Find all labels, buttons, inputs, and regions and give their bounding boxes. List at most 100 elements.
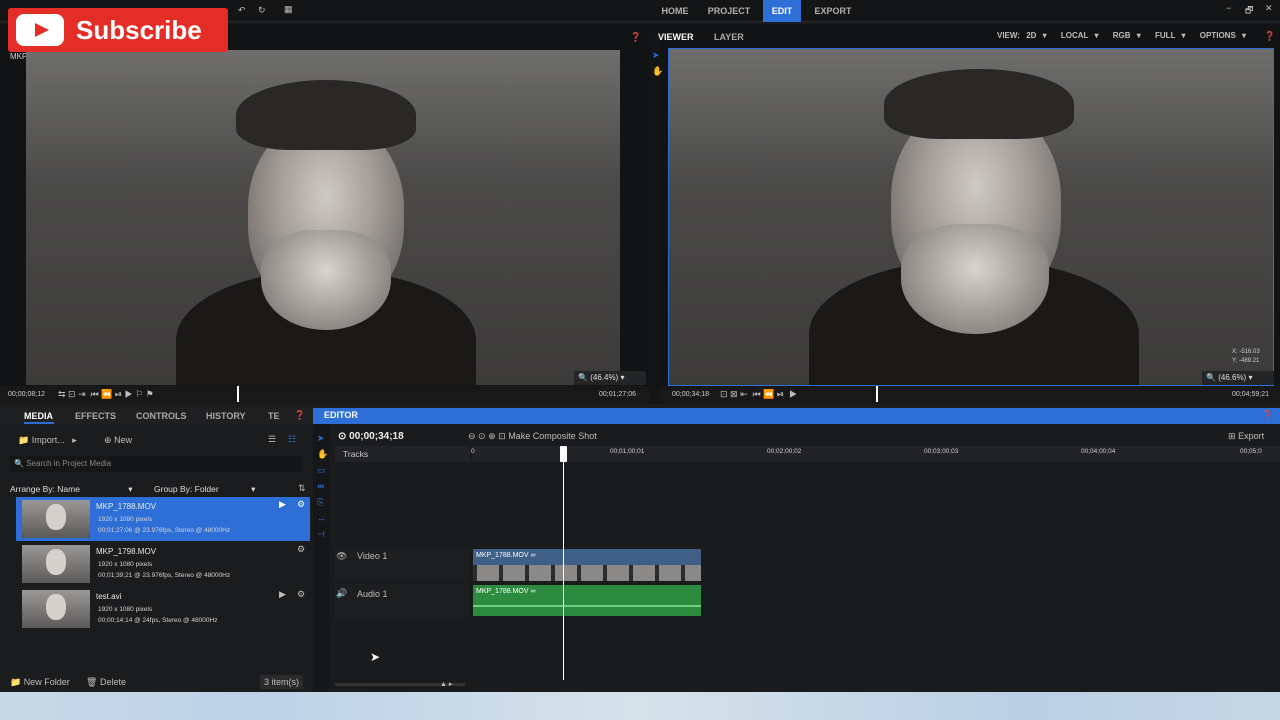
media-item[interactable]: MKP_1788.MOV 1920 x 1080 pixels 00;01;27… bbox=[16, 497, 310, 541]
editor-title: EDITOR bbox=[324, 410, 358, 420]
editor-help-icon[interactable]: ❓ bbox=[1262, 410, 1273, 421]
media-item-name: test.avi bbox=[96, 592, 122, 601]
mouse-cursor-icon: ➤ bbox=[370, 650, 381, 664]
media-thumbnail bbox=[22, 500, 90, 538]
options-menu[interactable]: OPTIONS bbox=[1200, 31, 1236, 40]
media-help-icon[interactable]: ❓ bbox=[294, 410, 305, 421]
editor-timecode[interactable]: ⊙ 00;00;34;18 bbox=[338, 431, 404, 442]
tab-viewer[interactable]: VIEWER bbox=[658, 32, 694, 42]
youtube-logo-icon bbox=[16, 14, 64, 46]
viewer-tabs: VIEWER LAYER bbox=[650, 30, 744, 44]
speaker-icon[interactable]: 🔊 bbox=[336, 588, 347, 599]
media-thumbnail bbox=[22, 590, 90, 628]
export-label: Export bbox=[1238, 431, 1265, 441]
new-button[interactable]: ⊕ New bbox=[104, 435, 132, 446]
video-clip[interactable]: MKP_1788.MOV ∞ bbox=[473, 549, 701, 581]
playhead-handle[interactable] bbox=[560, 446, 567, 462]
trimmer-current-time: 00;00;08;12 bbox=[8, 391, 45, 398]
export-button[interactable]: ⊞ Export bbox=[1228, 431, 1264, 442]
zoom-icon: 🔍 bbox=[578, 373, 588, 382]
minimize-icon[interactable]: − bbox=[1226, 3, 1231, 13]
media-item[interactable]: test.avi 1920 x 1080 pixels 00;00;14;14 … bbox=[16, 587, 310, 631]
view-mode-select[interactable]: VIEW: 2D bbox=[997, 31, 1036, 40]
select-tool-icon[interactable]: ➤ bbox=[652, 50, 660, 61]
import-label: Import... bbox=[31, 435, 65, 445]
close-icon[interactable]: ✕ bbox=[1265, 3, 1273, 14]
detail-view-icon[interactable]: ☷ bbox=[288, 434, 296, 445]
hand-tool-icon[interactable]: ✋ bbox=[652, 66, 663, 77]
export-icon: ⊞ bbox=[1228, 431, 1236, 441]
viewer-video-frame[interactable] bbox=[668, 48, 1274, 386]
media-item-resolution: 1920 x 1080 pixels bbox=[98, 561, 153, 568]
grid-icon[interactable]: ▦ bbox=[284, 4, 293, 15]
tab-export[interactable]: EXPORT bbox=[810, 0, 856, 22]
arrange-by-select[interactable]: Arrange By: Name ▾ bbox=[10, 484, 133, 495]
resolution-select[interactable]: FULL bbox=[1155, 31, 1175, 40]
beard bbox=[261, 230, 391, 330]
video-clip-label: MKP_1788.MOV bbox=[476, 552, 529, 559]
transport-controls[interactable]: ⇆ ⊡ ⇥ ⏮ ⏪ ⏯ ▶ ⚐ ⚑ bbox=[58, 389, 154, 400]
group-by-select[interactable]: Group By: Folder ▾ bbox=[154, 484, 255, 495]
gear-icon[interactable]: ⚙ bbox=[297, 589, 305, 600]
tab-history[interactable]: HISTORY bbox=[206, 408, 246, 424]
zoom-icon: 🔍 bbox=[1206, 373, 1216, 382]
delete-label: Delete bbox=[99, 677, 126, 687]
new-folder-label: New Folder bbox=[23, 677, 70, 687]
rgb-select[interactable]: RGB bbox=[1113, 31, 1131, 40]
viewer-help-icon[interactable]: ❓ bbox=[1264, 31, 1275, 42]
tab-edit[interactable]: EDIT bbox=[763, 0, 801, 22]
viewer-options: VIEW: 2D ▾ LOCAL ▾ RGB ▾ FULL ▾ OPTIONS … bbox=[997, 31, 1247, 40]
trimmer-zoom[interactable]: 🔍 (46.4%) ▾ bbox=[574, 371, 646, 385]
hair bbox=[236, 80, 416, 150]
list-view-icon[interactable]: ☰ bbox=[268, 434, 276, 445]
media-item-name: MKP_1798.MOV bbox=[96, 547, 157, 556]
gear-icon[interactable]: ⚙ bbox=[297, 499, 305, 510]
tab-project[interactable]: PROJECT bbox=[702, 0, 756, 22]
play-icon[interactable]: ▶ bbox=[279, 589, 286, 600]
plus-icon: ⊕ bbox=[104, 435, 112, 445]
zoom-stepper-icon[interactable]: ▲ ▸ bbox=[440, 680, 452, 688]
new-folder-button[interactable]: 📁 New Folder bbox=[10, 677, 70, 688]
restore-icon[interactable]: 🗗 bbox=[1245, 3, 1253, 19]
tab-home[interactable]: HOME bbox=[656, 0, 694, 22]
beard bbox=[901, 224, 1049, 334]
delete-button[interactable]: 🗑 Delete bbox=[86, 677, 126, 688]
redo-icon[interactable]: ↻ bbox=[258, 5, 266, 16]
tab-layer[interactable]: LAYER bbox=[714, 32, 744, 42]
help-icon[interactable]: ❓ bbox=[630, 32, 641, 43]
timeline-ruler[interactable] bbox=[472, 446, 1280, 462]
subscribe-overlay[interactable]: Subscribe bbox=[8, 8, 228, 52]
audio-clip[interactable]: MKP_1788.MOV ∞ bbox=[473, 585, 701, 616]
eye-icon[interactable]: 👁 bbox=[336, 551, 347, 562]
editor-tools[interactable]: ➤ ✋ ▭ ⇹ ⎘ ↔ ⊣ bbox=[317, 430, 328, 542]
search-placeholder: Search in Project Media bbox=[26, 459, 112, 468]
media-item-info: 00;01;27;06 @ 23.976fps, Stereo @ 48000H… bbox=[98, 527, 231, 534]
item-count: 3 item(s) bbox=[260, 675, 304, 689]
import-button[interactable]: 📁 Import... ▸ bbox=[18, 435, 77, 446]
search-input[interactable]: 🔍 Search in Project Media bbox=[10, 456, 302, 472]
media-item[interactable]: MKP_1798.MOV 1920 x 1080 pixels 00;01;39… bbox=[16, 542, 310, 586]
gear-icon[interactable]: ⚙ bbox=[297, 544, 305, 555]
sort-icon[interactable]: ⇅ bbox=[298, 483, 306, 494]
viewer-total-time: 00;04;59;21 bbox=[1232, 391, 1269, 398]
tab-effects[interactable]: EFFECTS bbox=[75, 408, 116, 424]
timeline-playhead[interactable] bbox=[563, 446, 564, 680]
undo-icon[interactable]: ↶ bbox=[238, 5, 246, 16]
arrange-label: Arrange By: Name bbox=[10, 484, 80, 494]
play-icon[interactable]: ▶ bbox=[279, 499, 286, 510]
viewer-transport-controls[interactable]: ⊡ ⊠ ⇤ ⏮ ⏪ ⏯ ▶ bbox=[720, 389, 797, 400]
make-composite-shot-button[interactable]: Make Composite Shot bbox=[508, 431, 597, 441]
local-select[interactable]: LOCAL bbox=[1061, 31, 1088, 40]
media-item-info: 00;00;14;14 @ 24fps, Stereo @ 48000Hz bbox=[98, 617, 218, 624]
tab-controls[interactable]: CONTROLS bbox=[136, 408, 187, 424]
viewer-zoom[interactable]: 🔍 (46.6%) ▾ bbox=[1202, 371, 1274, 385]
viewer-current-time: 00;00;34;18 bbox=[672, 391, 709, 398]
ruler-label: 00;05;0 bbox=[1240, 448, 1262, 455]
composite-controls[interactable]: ⊖ ⊙ ⊕ ⊡ Make Composite Shot bbox=[468, 431, 597, 442]
audio-track-label: Audio 1 bbox=[357, 589, 388, 599]
tab-text[interactable]: TE bbox=[268, 408, 280, 424]
tab-media[interactable]: MEDIA bbox=[24, 408, 54, 424]
trimmer-total-time: 00;01;27;06 bbox=[599, 391, 636, 398]
viewer-playhead[interactable] bbox=[876, 386, 878, 402]
trimmer-playhead[interactable] bbox=[237, 386, 239, 402]
